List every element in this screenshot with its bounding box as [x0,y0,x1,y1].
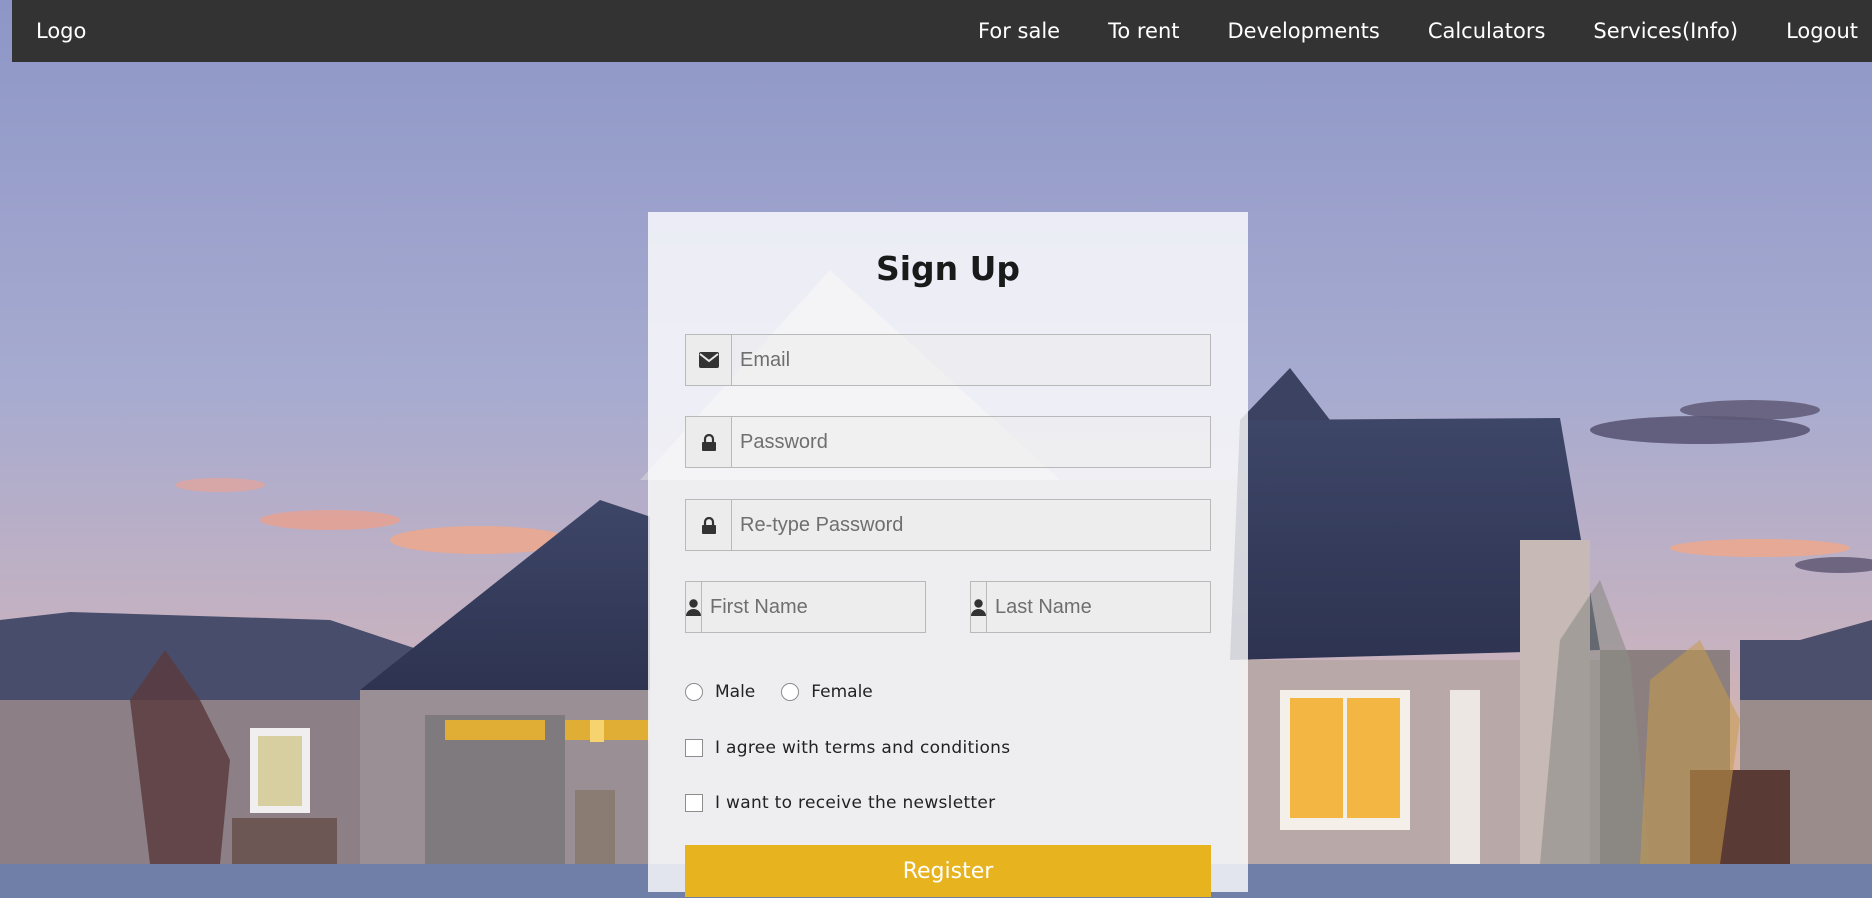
gender-radio-group: Male Female [685,682,899,702]
gender-label-male: Male [715,682,756,702]
nav-links: For sale To rent Developments Calculator… [930,19,1858,43]
terms-checkbox-row: I agree with terms and conditions [685,738,1010,758]
newsletter-label: I want to receive the newsletter [715,793,996,813]
signup-title: Sign Up [875,249,1021,288]
gender-radio-female[interactable] [781,683,800,701]
logo-link[interactable]: Logo [36,19,86,43]
envelope-icon [686,335,732,385]
email-field-group [685,334,1211,386]
top-navbar: Logo For sale To rent Developments Calcu… [12,0,1872,62]
newsletter-checkbox[interactable] [685,794,703,812]
nav-link-calculators[interactable]: Calculators [1428,19,1546,43]
user-icon [971,582,987,632]
first-name-field-group [685,581,983,633]
nav-link-services-info[interactable]: Services(Info) [1593,19,1738,43]
terms-checkbox[interactable] [685,739,703,757]
lock-icon [686,500,732,550]
retype-password-input[interactable] [732,500,1210,550]
lock-icon [686,417,732,467]
nav-link-for-sale[interactable]: For sale [978,19,1060,43]
nav-link-logout[interactable]: Logout [1786,19,1858,43]
user-icon [686,582,702,632]
password-input[interactable] [732,417,1210,467]
first-name-input[interactable] [702,582,983,632]
last-name-field-group [970,581,1268,633]
gender-radio-male[interactable] [685,683,703,701]
nav-link-to-rent[interactable]: To rent [1108,19,1179,43]
newsletter-checkbox-row: I want to receive the newsletter [685,793,995,813]
email-input[interactable] [732,335,1210,385]
last-name-input[interactable] [987,582,1268,632]
terms-label: I agree with terms and conditions [715,738,1011,758]
retype-password-field-group [685,499,1211,551]
password-field-group [685,416,1211,468]
signup-card: Sign Up Male Fe [648,212,1268,897]
register-button[interactable]: Register [685,845,1211,897]
nav-link-developments[interactable]: Developments [1228,19,1380,43]
gender-label-female: Female [811,682,873,702]
